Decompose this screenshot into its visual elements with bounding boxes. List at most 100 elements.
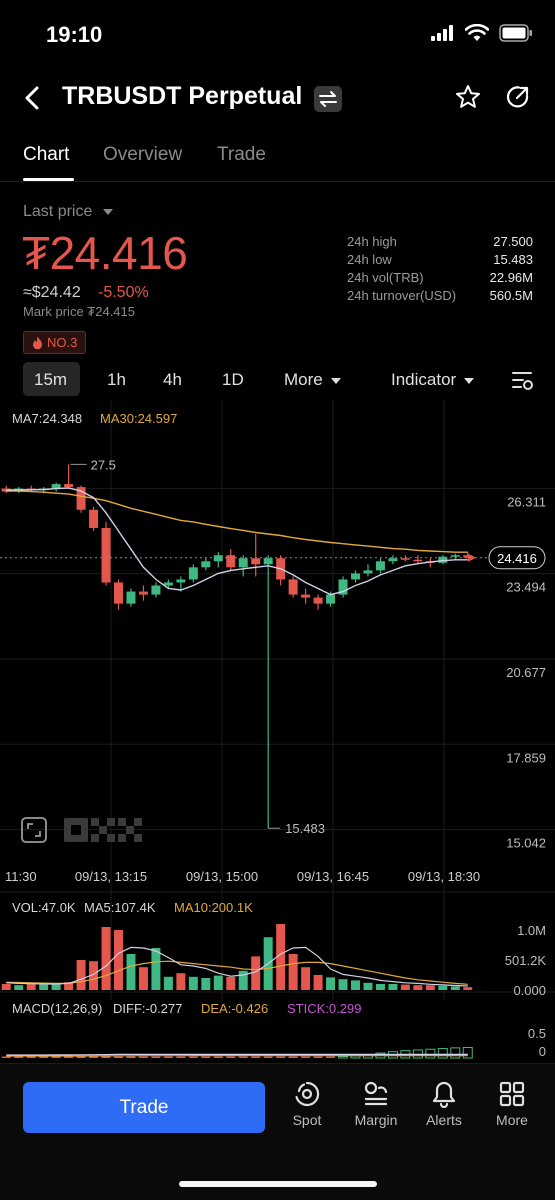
- macd-stick: [114, 1056, 123, 1058]
- candle-body: [176, 579, 186, 583]
- candle-body: [114, 582, 123, 604]
- volume-bar: [138, 967, 148, 990]
- volume-bar: [51, 984, 61, 990]
- nav-spot-label: Spot: [292, 1112, 322, 1128]
- interval-1d[interactable]: 1D: [222, 370, 244, 390]
- candle-body: [188, 567, 198, 580]
- last-price-tag-label: 24.416: [497, 551, 537, 566]
- tab-bar: Chart Overview Trade: [0, 138, 555, 182]
- candle-body: [151, 585, 161, 595]
- x-axis-label: 09/13, 16:45: [297, 869, 369, 884]
- indicator-label: Indicator: [391, 370, 457, 389]
- caret-down-icon: [464, 377, 475, 384]
- macd-stick: [176, 1056, 186, 1058]
- last-price-dropdown[interactable]: Last price: [23, 203, 113, 221]
- status-time: 19:10: [46, 22, 103, 47]
- volume-bar: [163, 976, 173, 990]
- price-chart[interactable]: [0, 463, 546, 829]
- volume-bar: [101, 927, 111, 990]
- volume-bar: [388, 984, 398, 990]
- dea-legend: DEA:-0.426: [201, 1001, 268, 1016]
- macd-stick: [26, 1056, 36, 1058]
- ma7-line: [6, 487, 468, 596]
- volume-bar: [351, 980, 360, 990]
- interval-more-dropdown[interactable]: More: [284, 370, 341, 390]
- last-price-label: Last price: [23, 203, 93, 220]
- macd-chart[interactable]: [1, 1047, 473, 1059]
- nav-margin-label: Margin: [354, 1112, 398, 1128]
- y-tick-label: 26.311: [507, 494, 546, 509]
- tab-chart[interactable]: Chart: [23, 144, 69, 166]
- bottom-bar: Trade Spot Margin Alerts More: [0, 1063, 555, 1200]
- stat-value: 560.5M: [489, 288, 533, 303]
- rank-badge[interactable]: NO.3: [23, 331, 87, 354]
- volume-bar: [76, 960, 86, 990]
- macd-stick: [64, 1056, 74, 1058]
- stat-value: 15.483: [493, 252, 533, 267]
- chevron-left-icon: [25, 86, 39, 110]
- back-button[interactable]: [18, 80, 48, 116]
- star-icon: [456, 85, 480, 108]
- stat-row-turnover: 24h turnover(USD) 560.5M: [347, 288, 533, 306]
- swap-icon: [319, 91, 337, 107]
- volume-bar: [313, 975, 323, 990]
- vol-ma5-line: [6, 946, 468, 987]
- nav-more[interactable]: More: [482, 1080, 542, 1128]
- nav-spot[interactable]: Spot: [277, 1080, 337, 1128]
- candle-body: [89, 509, 99, 528]
- macd-stick: [251, 1056, 261, 1058]
- candle-body: [388, 558, 398, 562]
- candle-body: [351, 573, 360, 580]
- ma30-line: [6, 490, 468, 553]
- candle-body: [400, 558, 410, 560]
- ma7-legend: MA7:24.348: [12, 411, 82, 426]
- candle-body: [363, 570, 373, 574]
- vol-y-tick: 1.0M: [517, 923, 546, 938]
- charts-area[interactable]: 26.311 23.494 20.677 17.859 15.042 MA7:24.348…: [0, 400, 555, 1062]
- volume-chart[interactable]: [1, 924, 473, 990]
- candle-body: [64, 484, 74, 488]
- interval-4h[interactable]: 4h: [163, 370, 182, 390]
- macd-stick: [263, 1056, 273, 1058]
- volume-bar: [26, 983, 36, 990]
- switch-pair-button[interactable]: [314, 86, 342, 112]
- x-axis-label: 11:30: [5, 869, 37, 884]
- nav-alerts-label: Alerts: [426, 1112, 462, 1128]
- chart-settings-button[interactable]: [511, 370, 535, 397]
- macd-stick: [226, 1056, 236, 1058]
- macd-stick: [163, 1056, 173, 1058]
- macd-y-tick: 0.5: [528, 1026, 546, 1041]
- macd-stick: [188, 1056, 198, 1058]
- candle-body: [313, 597, 323, 604]
- margin-icon: [364, 1081, 388, 1106]
- macd-stick: [201, 1056, 211, 1058]
- candle-body: [201, 561, 211, 568]
- low-annotation: 15.483: [285, 821, 325, 836]
- stat-label: 24h high: [347, 234, 397, 249]
- interval-1h[interactable]: 1h: [107, 370, 126, 390]
- tab-overview[interactable]: Overview: [103, 144, 182, 166]
- spot-icon: [295, 1081, 320, 1107]
- tab-trade[interactable]: Trade: [217, 144, 266, 166]
- y-tick-label: 15.042: [506, 836, 546, 851]
- volume-bar: [463, 987, 473, 990]
- macd-stick: [301, 1056, 311, 1058]
- nav-margin[interactable]: Margin: [346, 1080, 406, 1128]
- volume-bar: [363, 982, 373, 990]
- interval-15m[interactable]: 15m: [34, 370, 67, 390]
- stat-label: 24h turnover(USD): [347, 288, 457, 303]
- high-annotation: 27.5: [91, 457, 116, 472]
- diff-line: [6, 1053, 468, 1056]
- y-tick-label: 23.494: [506, 580, 546, 595]
- nav-alerts[interactable]: Alerts: [414, 1080, 474, 1128]
- trade-button[interactable]: Trade: [23, 1082, 265, 1133]
- home-indicator: [179, 1181, 377, 1187]
- share-button[interactable]: [505, 84, 531, 115]
- favorite-button[interactable]: [455, 84, 481, 115]
- indicator-dropdown[interactable]: Indicator: [391, 370, 475, 390]
- macd-stick: [313, 1056, 323, 1058]
- diff-legend: DIFF:-0.277: [113, 1001, 182, 1016]
- stat-row-vol: 24h vol(TRB) 22.96M: [347, 270, 533, 288]
- y-tick-label: 17.859: [506, 750, 546, 765]
- volume-bar: [301, 967, 311, 990]
